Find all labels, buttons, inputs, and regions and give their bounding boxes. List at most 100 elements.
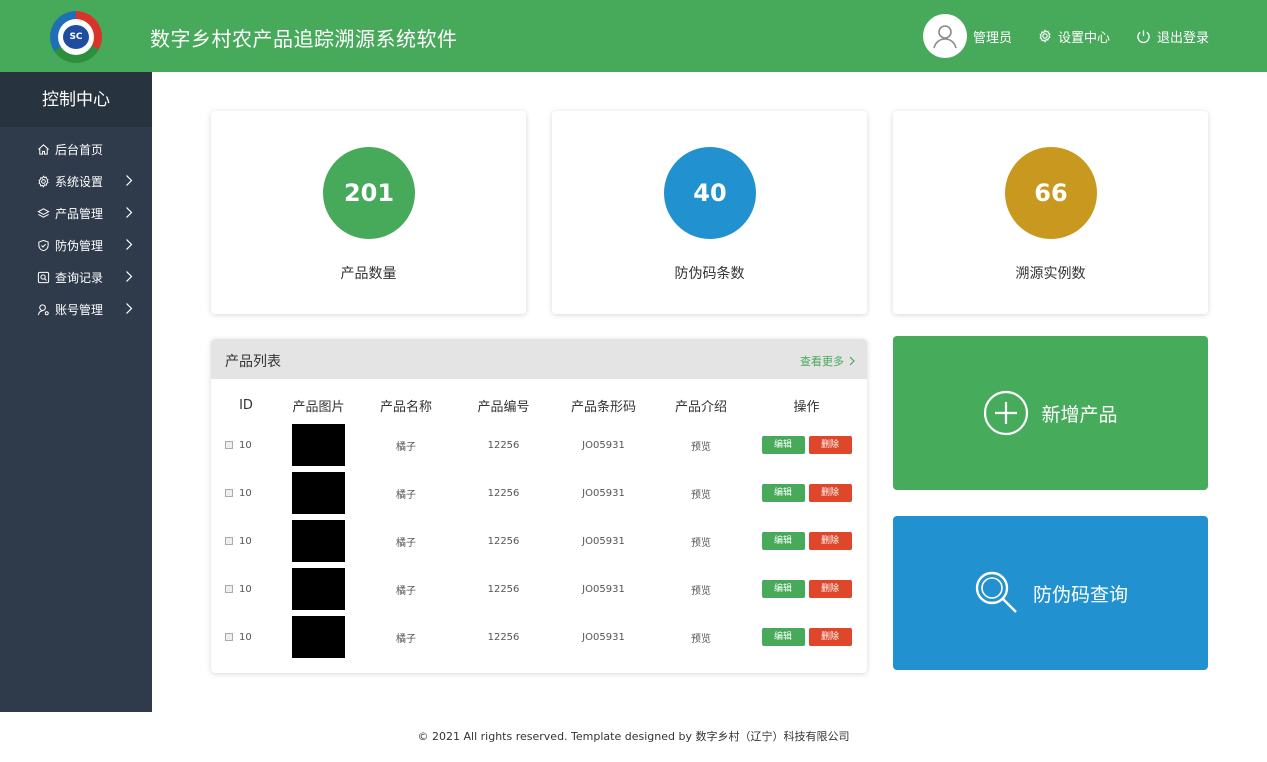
row-name: 橘子: [396, 441, 416, 453]
power-icon: [1137, 29, 1150, 43]
footer-copyright: © 2021 All rights reserved. Template des…: [417, 730, 850, 743]
delete-button[interactable]: 删除: [808, 436, 852, 454]
stat-label: 防伪码条数: [674, 266, 745, 282]
row-number: 12256: [487, 535, 520, 547]
row-checkbox[interactable]: [225, 584, 233, 593]
sidebar-item-account-management[interactable]: 账号管理: [0, 293, 152, 325]
logo-icon[interactable]: SC: [50, 11, 102, 63]
shield-icon: [38, 239, 49, 251]
stat-card-product-count: 201 产品数量: [211, 111, 526, 314]
table-row: 10 橘子 12256 JO05931 预览 编辑 删除: [211, 421, 867, 469]
avatar[interactable]: [922, 14, 967, 58]
view-more-link[interactable]: 查看更多: [800, 353, 855, 369]
gear-icon: [1039, 29, 1051, 43]
plus-circle-icon: [984, 390, 1029, 436]
row-id-cell: 10: [211, 469, 281, 517]
row-intro-preview-link[interactable]: 预览: [656, 565, 746, 613]
col-barcode: 产品条形码: [570, 400, 636, 415]
row-number: 12256: [487, 439, 520, 451]
row-intro-preview-link[interactable]: 预览: [656, 421, 746, 469]
sidebar-item-home[interactable]: 后台首页: [0, 133, 152, 165]
product-list-panel: 产品列表 查看更多 ID 产品图片 产品名称 产品编号 产品条形码 产品介绍 操…: [211, 339, 867, 673]
row-checkbox[interactable]: [225, 440, 233, 449]
product-thumbnail: [292, 568, 345, 610]
chevron-right-icon: [126, 239, 133, 250]
delete-button[interactable]: 删除: [808, 628, 852, 646]
stat-value: 66: [1005, 147, 1097, 239]
col-actions: 操作: [793, 400, 820, 415]
table-row: 10 橘子 12256 JO05931 预览 编辑 删除: [211, 613, 867, 661]
chevron-right-icon: [126, 207, 133, 218]
sidebar-item-product-management[interactable]: 产品管理: [0, 197, 152, 229]
row-number: 12256: [487, 583, 520, 595]
row-number: 12256: [487, 487, 520, 499]
chevron-right-icon: [849, 356, 855, 366]
sidebar-menu: 后台首页 系统设置 产品管理 防伪管理 查询记录 账号管理: [0, 127, 152, 325]
row-id-cell: 10: [211, 421, 281, 469]
sidebar: 控制中心 后台首页 系统设置 产品管理 防伪管理 查询记录 账号管理: [0, 72, 152, 712]
row-barcode: JO05931: [582, 487, 625, 499]
product-thumbnail: [292, 616, 345, 658]
search-icon: [975, 571, 1017, 613]
sidebar-item-system-settings[interactable]: 系统设置: [0, 165, 152, 197]
col-image: 产品图片: [292, 400, 345, 415]
user-icon: [37, 303, 49, 315]
chevron-right-icon: [126, 271, 133, 282]
edit-button[interactable]: 编辑: [761, 628, 805, 646]
sidebar-item-anti-fake-management[interactable]: 防伪管理: [0, 229, 152, 261]
anti-fake-query-button[interactable]: 防伪码查询: [893, 516, 1208, 670]
row-checkbox[interactable]: [225, 632, 233, 641]
user-avatar-icon: [933, 25, 957, 49]
row-name: 橘子: [396, 537, 416, 549]
chevron-right-icon: [126, 175, 133, 186]
row-intro-preview-link[interactable]: 预览: [656, 613, 746, 661]
col-number: 产品编号: [477, 400, 530, 415]
settings-center-link[interactable]: 设置中心: [1038, 27, 1110, 46]
row-image-cell: [281, 469, 356, 517]
sidebar-item-query-records[interactable]: 查询记录: [0, 261, 152, 293]
stat-label: 溯源实例数: [1015, 266, 1086, 282]
product-list-header: 产品列表 查看更多: [211, 339, 867, 379]
stat-card-trace-instances: 66 溯源实例数: [893, 111, 1208, 314]
row-barcode: JO05931: [582, 535, 625, 547]
row-id-cell: 10: [211, 517, 281, 565]
row-image-cell: [281, 421, 356, 469]
table-row: 10 橘子 12256 JO05931 预览 编辑 删除: [211, 469, 867, 517]
col-intro: 产品介绍: [674, 400, 727, 415]
edit-button[interactable]: 编辑: [761, 436, 805, 454]
top-header: SC 数字乡村农产品追踪溯源系统软件 管理员 设置中心 退出登录: [0, 0, 1267, 72]
row-actions: 编辑 删除: [746, 469, 867, 517]
edit-button[interactable]: 编辑: [761, 580, 805, 598]
edit-button[interactable]: 编辑: [761, 532, 805, 550]
logout-link[interactable]: 退出登录: [1136, 27, 1209, 46]
delete-button[interactable]: 删除: [808, 580, 852, 598]
col-name: 产品名称: [379, 400, 432, 415]
row-id-cell: 10: [211, 565, 281, 613]
table-row: 10 橘子 12256 JO05931 预览 编辑 删除: [211, 517, 867, 565]
row-image-cell: [281, 565, 356, 613]
stat-value: 40: [664, 147, 756, 239]
product-list-title: 产品列表: [225, 354, 281, 370]
table-row: 10 橘子 12256 JO05931 预览 编辑 删除: [211, 565, 867, 613]
product-thumbnail: [292, 472, 345, 514]
row-checkbox[interactable]: [225, 488, 233, 497]
search-record-icon: [37, 271, 50, 283]
product-thumbnail: [292, 424, 345, 466]
row-intro-preview-link[interactable]: 预览: [656, 517, 746, 565]
chevron-right-icon: [126, 303, 133, 314]
row-image-cell: [281, 613, 356, 661]
product-thumbnail: [292, 520, 345, 562]
delete-button[interactable]: 删除: [808, 532, 852, 550]
home-icon: [38, 143, 49, 155]
current-user-name[interactable]: 管理员: [973, 27, 1012, 46]
row-barcode: JO05931: [582, 439, 625, 451]
row-checkbox[interactable]: [225, 536, 233, 545]
stat-label: 产品数量: [340, 266, 397, 282]
add-product-button[interactable]: 新增产品: [893, 336, 1208, 490]
delete-button[interactable]: 删除: [808, 484, 852, 502]
edit-button[interactable]: 编辑: [761, 484, 805, 502]
row-intro-preview-link[interactable]: 预览: [656, 469, 746, 517]
row-image-cell: [281, 517, 356, 565]
row-name: 橘子: [396, 489, 416, 501]
app-title: 数字乡村农产品追踪溯源系统软件: [150, 27, 458, 51]
